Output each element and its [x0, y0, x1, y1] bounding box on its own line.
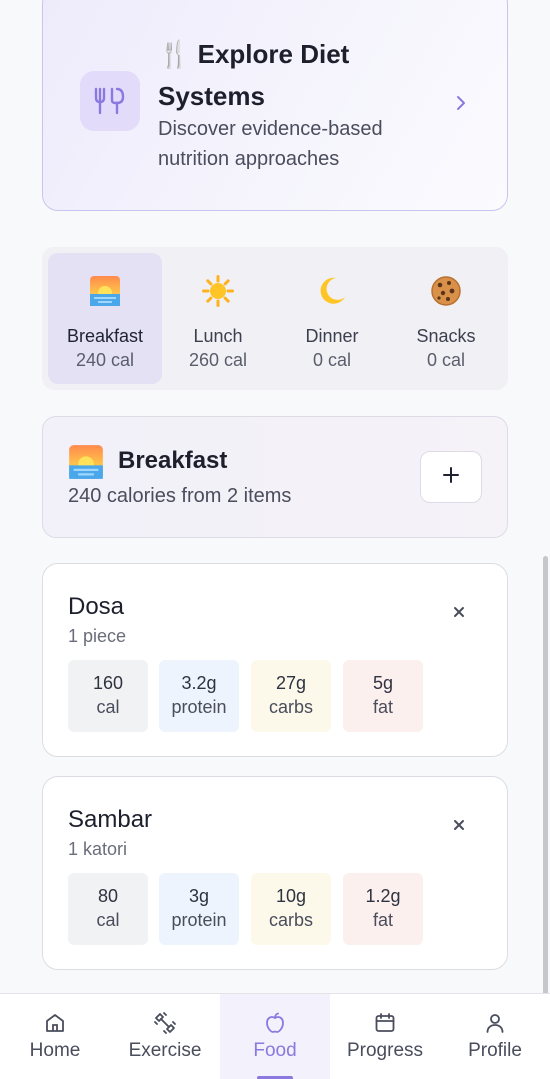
- food-name: Dosa: [68, 593, 125, 620]
- nav-label: Progress: [346, 1040, 424, 1061]
- food-name: Sambar: [68, 806, 153, 833]
- nutrient-carbs: 27g carbs: [251, 660, 331, 732]
- cookie-icon: [430, 275, 462, 307]
- nutrient-fat: 1.2g fat: [343, 873, 423, 945]
- meal-tab-snacks[interactable]: Snacks 0 cal: [389, 253, 503, 384]
- nutrient-unit: fat: [372, 697, 393, 717]
- scrollbar[interactable]: [543, 556, 548, 1022]
- meal-tabs: Breakfast 240 cal Lunch 260 cal Dinner 0…: [42, 247, 508, 390]
- explore-title: 🍴 Explore Diet Systems: [158, 39, 350, 111]
- meal-tab-lunch[interactable]: Lunch 260 cal: [161, 253, 275, 384]
- close-icon: [453, 605, 465, 623]
- nutrient-unit: cal: [96, 910, 120, 930]
- meal-tab-name: Lunch: [193, 326, 243, 346]
- nutrient-value: 3.2g: [181, 673, 217, 693]
- nutrient-protein: 3.2g protein: [159, 660, 239, 732]
- nav-home[interactable]: Home: [0, 994, 110, 1079]
- nutrient-protein: 3g protein: [159, 873, 239, 945]
- meal-header-card: Breakfast 240 calories from 2 items: [42, 416, 508, 538]
- nutrient-value: 3g: [188, 886, 210, 906]
- meal-tab-name: Breakfast: [66, 326, 144, 346]
- meal-tab-name: Dinner: [305, 326, 359, 346]
- food-card-sambar: Sambar 1 katori 80 cal 3g protein 10g ca…: [42, 776, 508, 970]
- calendar-icon: [373, 1011, 397, 1035]
- remove-food-button[interactable]: [447, 815, 471, 839]
- nav-label: Food: [253, 1040, 297, 1061]
- nutrient-value: 1.2g: [365, 886, 401, 906]
- bottom-nav: Home Exercise Food Progress Profile: [0, 993, 550, 1079]
- explore-diet-card[interactable]: 🍴 Explore Diet Systems Discover evidence…: [42, 0, 508, 211]
- meal-tab-cal: 0 cal: [426, 350, 466, 370]
- remove-food-button[interactable]: [447, 602, 471, 626]
- nutrient-unit: cal: [96, 697, 120, 717]
- sunrise-icon: [68, 444, 104, 480]
- food-card-dosa: Dosa 1 piece 160 cal 3.2g protein 27g ca…: [42, 563, 508, 757]
- nutrient-value: 10g: [275, 886, 307, 906]
- nutrient-value: 160: [92, 673, 124, 693]
- meal-tab-dinner[interactable]: Dinner 0 cal: [275, 253, 389, 384]
- meal-summary: 240 calories from 2 items: [68, 485, 292, 507]
- meal-title: Breakfast: [118, 447, 228, 474]
- nav-label: Home: [29, 1040, 81, 1061]
- home-icon: [43, 1011, 67, 1035]
- nutrient-unit: carbs: [268, 910, 313, 930]
- meal-tab-cal: 0 cal: [312, 350, 352, 370]
- nutrient-value: 80: [97, 886, 119, 906]
- user-icon: [483, 1011, 507, 1035]
- nutrient-fat: 5g fat: [343, 660, 423, 732]
- meal-tab-cal: 240 cal: [75, 350, 135, 370]
- nutrient-unit: protein: [171, 910, 227, 930]
- nav-food[interactable]: Food: [220, 994, 330, 1079]
- nutrient-carbs: 10g carbs: [251, 873, 331, 945]
- nav-progress[interactable]: Progress: [330, 994, 440, 1079]
- add-food-button[interactable]: [420, 451, 482, 503]
- nutrient-unit: fat: [372, 910, 393, 930]
- meal-tab-cal: 260 cal: [188, 350, 248, 370]
- nav-label: Exercise: [128, 1040, 202, 1061]
- nutrient-unit: protein: [171, 697, 227, 717]
- sun-icon: [202, 275, 234, 307]
- food-quantity: 1 katori: [68, 839, 128, 859]
- plus-icon: [442, 466, 460, 489]
- nutrient-value: 27g: [275, 673, 307, 693]
- dumbbell-icon: [153, 1011, 177, 1035]
- nutrient-calories: 160 cal: [68, 660, 148, 732]
- explore-subtitle: Discover evidence-based nutrition approa…: [158, 118, 383, 170]
- meal-tab-name: Snacks: [416, 326, 476, 346]
- close-icon: [453, 818, 465, 836]
- chevron-right-icon: [453, 93, 469, 113]
- nav-profile[interactable]: Profile: [440, 994, 550, 1079]
- nav-exercise[interactable]: Exercise: [110, 994, 220, 1079]
- nutrient-calories: 80 cal: [68, 873, 148, 945]
- nav-label: Profile: [468, 1040, 522, 1061]
- sunrise-icon: [89, 275, 121, 307]
- moon-icon: [316, 275, 348, 307]
- fork-knife-icon: [80, 71, 140, 131]
- apple-icon: [263, 1011, 287, 1035]
- food-quantity: 1 piece: [68, 626, 127, 646]
- nutrient-value: 5g: [372, 673, 394, 693]
- meal-tab-breakfast[interactable]: Breakfast 240 cal: [48, 253, 162, 384]
- page: 🍴 Explore Diet Systems Discover evidence…: [0, 0, 550, 1079]
- nutrient-unit: carbs: [268, 697, 313, 717]
